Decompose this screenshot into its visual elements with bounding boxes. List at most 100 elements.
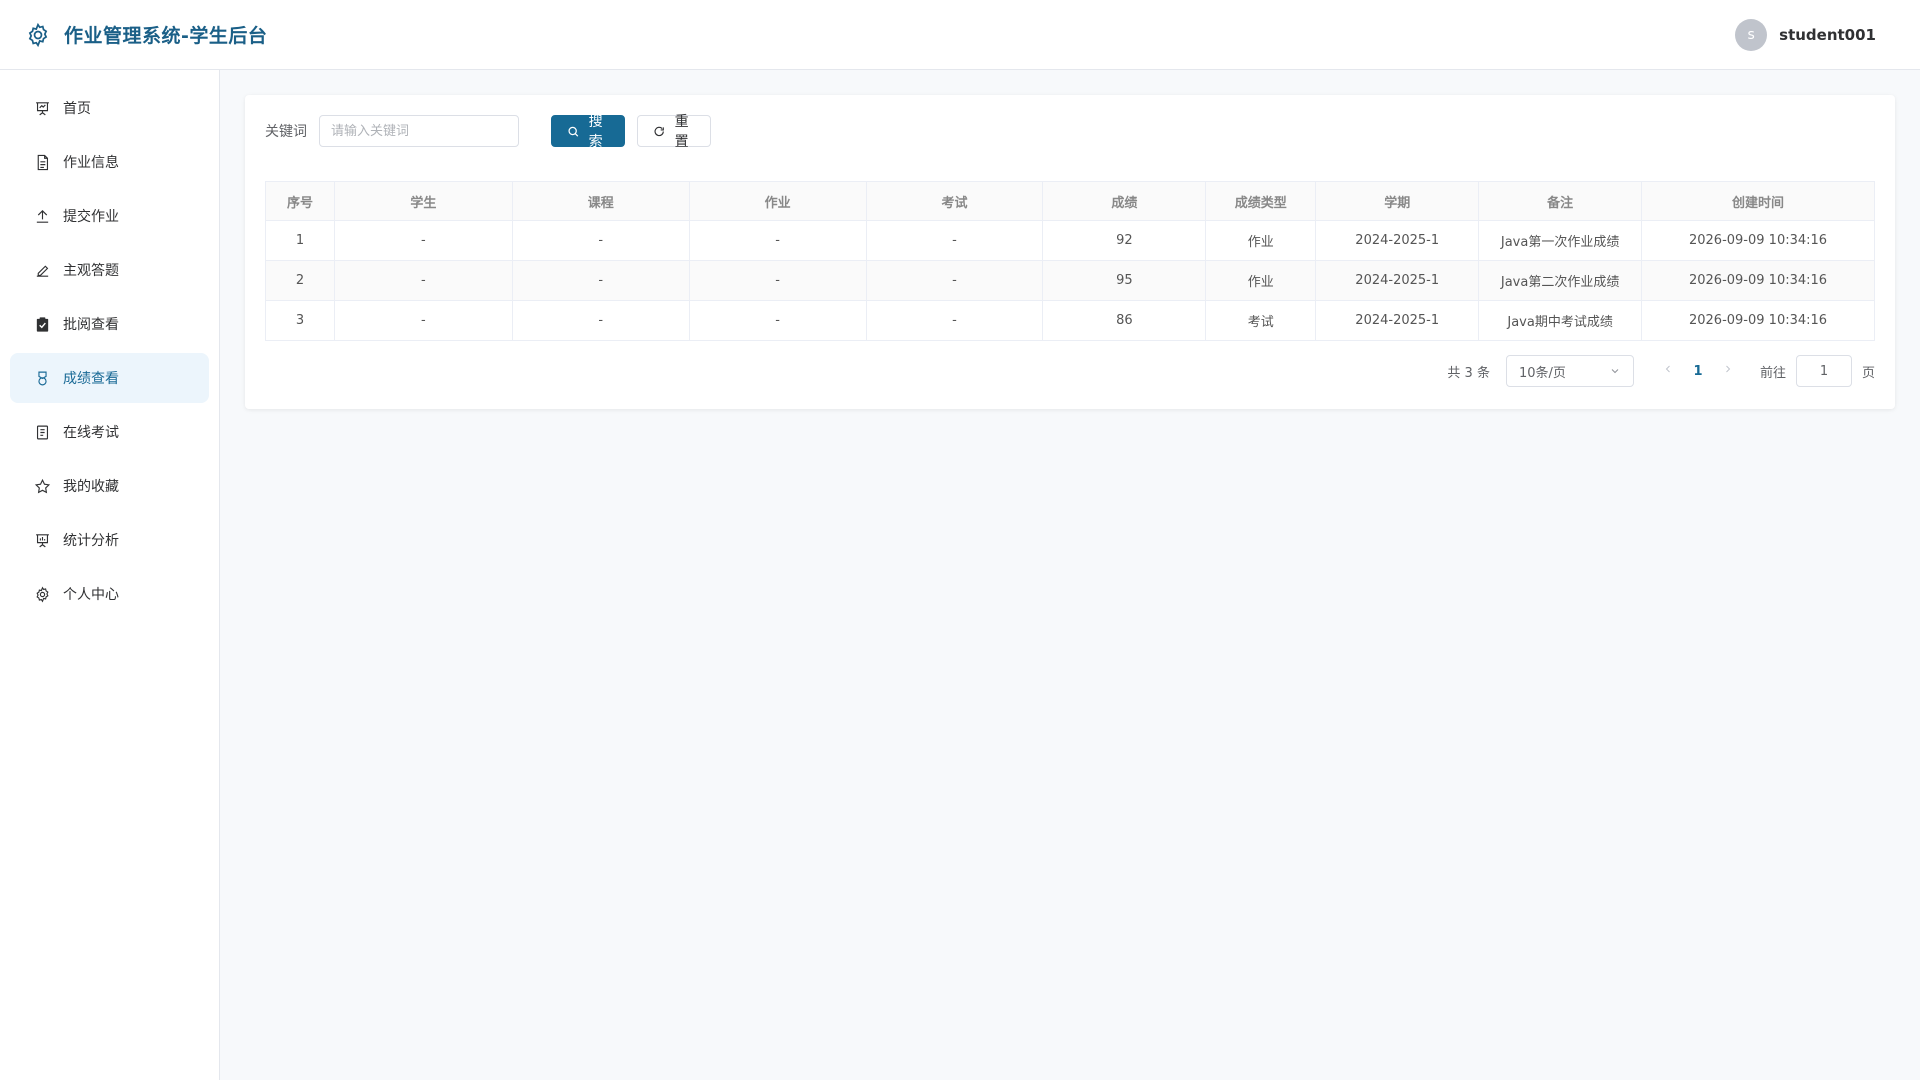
sidebar-item-subjective-answer[interactable]: 主观答题 bbox=[10, 245, 209, 295]
keyword-label: 关键词 bbox=[265, 124, 307, 140]
presentation-icon bbox=[33, 99, 51, 117]
reset-button-label: 重置 bbox=[674, 114, 689, 150]
table-cell: 92 bbox=[1042, 220, 1207, 261]
grades-card: 关键词 搜索 重置 序号 学生 课程 作业 考试 成绩 成绩类型 学期 bbox=[245, 95, 1895, 409]
chevron-right-icon bbox=[1726, 365, 1731, 373]
table-cell: - bbox=[865, 300, 1044, 341]
chevron-down-icon bbox=[1611, 369, 1619, 374]
pagination: 共 3 条 10条/页 1 前往 页 bbox=[1447, 355, 1875, 387]
sidebar-item-label: 提交作业 bbox=[63, 209, 119, 225]
column-header[interactable]: 学期 bbox=[1315, 181, 1480, 221]
table-cell: Java第二次作业成绩 bbox=[1478, 260, 1643, 301]
table-cell: 3 bbox=[265, 300, 335, 341]
edit-pen-icon bbox=[33, 261, 51, 279]
column-header[interactable]: 创建时间 bbox=[1641, 181, 1875, 221]
search-button-label: 搜索 bbox=[588, 114, 603, 150]
refresh-icon bbox=[654, 126, 664, 136]
table-cell: - bbox=[511, 300, 690, 341]
column-header[interactable]: 课程 bbox=[511, 181, 690, 221]
gear-icon bbox=[24, 21, 52, 49]
column-header[interactable]: 学生 bbox=[333, 181, 513, 221]
top-header: 作业管理系统-学生后台 s student001 bbox=[0, 0, 1920, 70]
table-cell: 2026-09-09 10:34:16 bbox=[1641, 220, 1875, 261]
table-cell: Java期中考试成绩 bbox=[1478, 300, 1643, 341]
chevron-left-icon bbox=[1665, 365, 1670, 373]
sidebar: 首页 作业信息 提交作业 主观答题 批阅查看 成绩查看 在线考试 我的收藏 统计… bbox=[0, 70, 220, 1080]
table-cell: 86 bbox=[1042, 300, 1207, 341]
column-header[interactable]: 序号 bbox=[265, 181, 335, 221]
table-cell: 2024-2025-1 bbox=[1315, 260, 1480, 301]
table-cell: - bbox=[333, 300, 513, 341]
table-cell: 作业 bbox=[1205, 220, 1317, 261]
sidebar-item-label: 主观答题 bbox=[63, 263, 119, 279]
table-cell: 2024-2025-1 bbox=[1315, 220, 1480, 261]
table-cell: - bbox=[688, 260, 867, 301]
table-cell: 2026-09-09 10:34:16 bbox=[1641, 260, 1875, 301]
sidebar-item-label: 批阅查看 bbox=[63, 317, 119, 333]
sidebar-item-statistics[interactable]: 统计分析 bbox=[10, 515, 209, 565]
sidebar-item-home[interactable]: 首页 bbox=[10, 83, 209, 133]
next-page-button[interactable] bbox=[1716, 363, 1740, 379]
sidebar-item-homework-info[interactable]: 作业信息 bbox=[10, 137, 209, 187]
brand: 作业管理系统-学生后台 bbox=[24, 21, 267, 49]
sidebar-item-label: 统计分析 bbox=[63, 533, 119, 549]
keyword-input[interactable] bbox=[319, 115, 519, 147]
table-cell: - bbox=[688, 220, 867, 261]
table-row[interactable]: 2 - - - - 95 作业 2024-2025-1 Java第二次作业成绩 … bbox=[265, 260, 1875, 301]
sidebar-item-review[interactable]: 批阅查看 bbox=[10, 299, 209, 349]
column-header[interactable]: 成绩 bbox=[1042, 181, 1207, 221]
table-cell: - bbox=[688, 300, 867, 341]
data-board-icon bbox=[33, 531, 51, 549]
search-bar: 关键词 搜索 重置 bbox=[265, 114, 711, 150]
table-cell: - bbox=[865, 220, 1044, 261]
goto-page-input[interactable] bbox=[1795, 355, 1852, 387]
grades-table: 序号 学生 课程 作业 考试 成绩 成绩类型 学期 备注 创建时间 1 - - … bbox=[265, 181, 1875, 341]
sidebar-item-submit-homework[interactable]: 提交作业 bbox=[10, 191, 209, 241]
medal-icon bbox=[33, 369, 51, 387]
table-cell: 95 bbox=[1042, 260, 1207, 301]
goto-label: 前往 bbox=[1759, 365, 1786, 381]
reset-button[interactable]: 重置 bbox=[637, 114, 711, 150]
table-cell: - bbox=[333, 260, 513, 301]
table-cell: 2 bbox=[265, 260, 335, 301]
sidebar-item-online-exam[interactable]: 在线考试 bbox=[10, 407, 209, 457]
upload-icon bbox=[33, 207, 51, 225]
sidebar-item-label: 首页 bbox=[63, 101, 91, 117]
column-header[interactable]: 成绩类型 bbox=[1205, 181, 1317, 221]
sidebar-item-grades[interactable]: 成绩查看 bbox=[10, 353, 209, 403]
tickets-icon bbox=[33, 423, 51, 441]
column-header[interactable]: 作业 bbox=[688, 181, 867, 221]
table-cell: - bbox=[511, 260, 690, 301]
sidebar-item-label: 作业信息 bbox=[63, 155, 119, 171]
gear-icon bbox=[33, 585, 51, 603]
column-header[interactable]: 备注 bbox=[1478, 181, 1643, 221]
sidebar-item-favorites[interactable]: 我的收藏 bbox=[10, 461, 209, 511]
table-cell: 考试 bbox=[1205, 300, 1317, 341]
column-header[interactable]: 考试 bbox=[865, 181, 1044, 221]
table-cell: 2026-09-09 10:34:16 bbox=[1641, 300, 1875, 341]
clipboard-check-icon bbox=[33, 315, 51, 333]
table-cell: 2024-2025-1 bbox=[1315, 300, 1480, 341]
page-number-current[interactable]: 1 bbox=[1680, 364, 1716, 379]
table-row[interactable]: 1 - - - - 92 作业 2024-2025-1 Java第一次作业成绩 … bbox=[265, 220, 1875, 261]
user-menu[interactable]: s student001 bbox=[1735, 18, 1876, 51]
sidebar-item-label: 个人中心 bbox=[63, 587, 119, 603]
page-suffix: 页 bbox=[1861, 365, 1875, 381]
table-row[interactable]: 3 - - - - 86 考试 2024-2025-1 Java期中考试成绩 2… bbox=[265, 300, 1875, 341]
page-size-select[interactable]: 10条/页 bbox=[1505, 355, 1634, 387]
app-title: 作业管理系统-学生后台 bbox=[64, 25, 268, 47]
table-cell: 1 bbox=[265, 220, 335, 261]
table-cell: - bbox=[333, 220, 513, 261]
document-icon bbox=[33, 153, 51, 171]
prev-page-button[interactable] bbox=[1656, 363, 1680, 379]
table-cell: - bbox=[865, 260, 1044, 301]
star-icon bbox=[33, 477, 51, 495]
table-cell: - bbox=[511, 220, 690, 261]
search-button[interactable]: 搜索 bbox=[551, 114, 625, 150]
table-cell: Java第一次作业成绩 bbox=[1478, 220, 1643, 261]
username[interactable]: student001 bbox=[1779, 26, 1876, 44]
sidebar-item-profile[interactable]: 个人中心 bbox=[10, 569, 209, 619]
avatar[interactable]: s bbox=[1735, 18, 1768, 51]
sidebar-item-label: 在线考试 bbox=[63, 425, 119, 441]
sidebar-item-label: 我的收藏 bbox=[63, 479, 119, 495]
